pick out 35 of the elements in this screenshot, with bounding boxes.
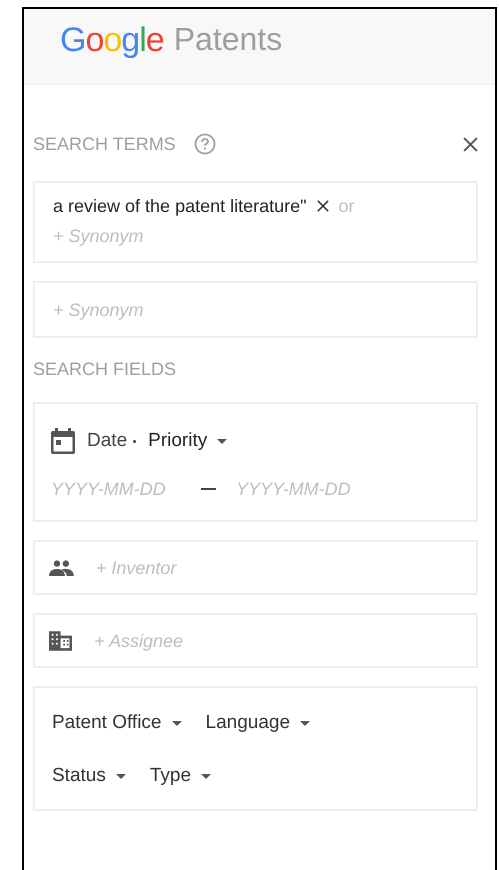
filter-dropdown[interactable]: Status [52,765,126,787]
separator-dot [133,440,136,442]
section-heading: SEARCH TERMS [33,134,176,154]
product-name: Patents [174,23,282,57]
person-field[interactable]: + Inventor [33,540,478,595]
building-icon [49,630,72,652]
date-to-field[interactable]: YYYY-MM-DD [236,474,376,504]
people-icon [49,559,74,577]
term-field[interactable]: a review of the patent literature" or + Synonym [33,181,478,263]
caret-icon [201,774,212,778]
synonym-field[interactable]: + Synonym [53,295,460,325]
google-logo[interactable]: Google [60,23,164,57]
person-input[interactable]: + Inventor [96,553,460,583]
person-field[interactable]: + Assignee [33,613,478,668]
or-connector: or [338,196,355,216]
filter-dropdown[interactable]: Patent Office [52,712,182,734]
search-term: a review of the patent literature" [53,196,307,216]
caret-icon [172,720,182,726]
caret-icon [300,720,310,726]
synonym-field[interactable]: + Synonym [53,221,460,251]
close-icon[interactable] [463,136,478,152]
caret-icon [217,438,228,444]
remove-icon[interactable] [316,200,329,212]
date-type-dropdown[interactable]: Priority [148,430,228,452]
help-icon[interactable] [194,133,216,155]
term-field[interactable]: + Synonym [33,281,478,338]
calendar-icon [51,428,75,454]
filter-dropdown[interactable]: Type [150,765,212,787]
caret-icon [116,774,126,778]
person-input[interactable]: + Assignee [94,626,460,656]
range-dash [201,488,216,490]
date-label: Date [87,430,128,452]
section-heading: SEARCH FIELDS [33,358,176,380]
filter-dropdown[interactable]: Language [206,712,310,734]
date-from-field[interactable]: YYYY-MM-DD [51,474,181,504]
